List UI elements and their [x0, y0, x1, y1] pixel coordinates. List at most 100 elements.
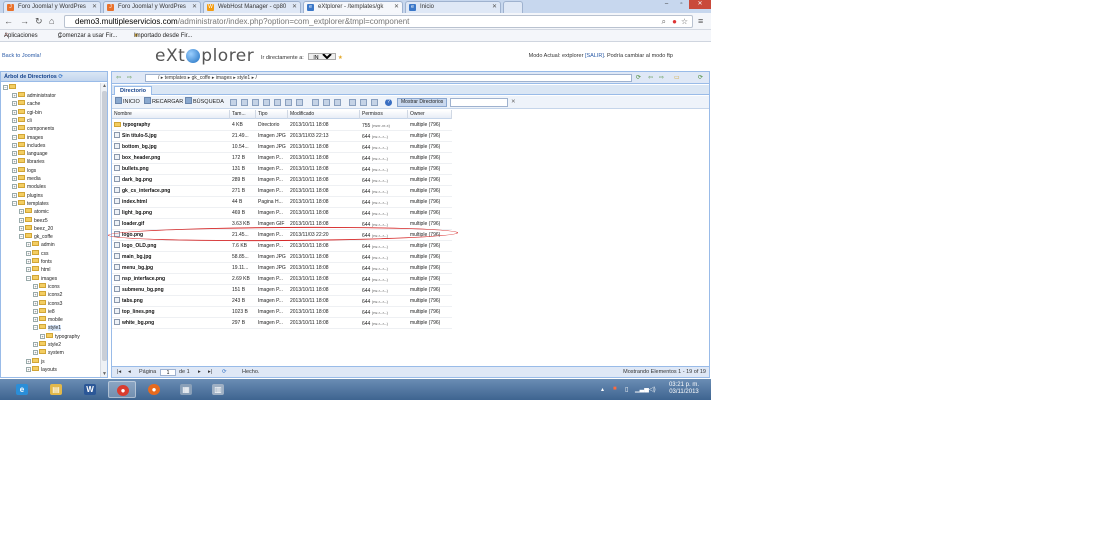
tree-item[interactable]: + typography — [40, 332, 80, 341]
search-icon[interactable]: ⌕ — [662, 16, 666, 27]
next-page-icon[interactable]: ▸ — [198, 367, 201, 378]
expand-icon[interactable]: + — [26, 259, 31, 264]
clock[interactable]: 03:21 p. m. 03/11/2013 — [669, 382, 699, 396]
show-directories-toggle[interactable]: Mostrar Directorios — [397, 98, 448, 107]
expand-icon[interactable]: + — [12, 176, 17, 181]
collapse-icon[interactable]: − — [3, 85, 8, 90]
tree-item[interactable]: + mobile — [33, 316, 63, 324]
ftp-mode-hint[interactable]: Podría cambiar al modo ftp — [607, 53, 673, 59]
expand-icon[interactable]: + — [33, 292, 38, 298]
table-row[interactable]: light_bg.png 469 B Imagen P... 2013/10/11 1… — [112, 208, 452, 219]
tree-item[interactable]: + atomic — [19, 208, 49, 216]
volume-icon[interactable]: ◁) — [649, 386, 656, 393]
reload-button[interactable]: RECARGAR — [144, 96, 183, 108]
forward-arrow-icon[interactable]: ⇨ — [659, 74, 664, 81]
tree-scrollbar[interactable]: ▲ ▼ — [100, 83, 107, 377]
edit-icon[interactable] — [230, 99, 237, 106]
expand-icon[interactable]: + — [12, 151, 17, 157]
tree-item[interactable]: + cgi-bin — [12, 108, 42, 117]
table-row[interactable]: bottom_bg.jpg 10.54... Imagen JPG 2013/10/1… — [112, 142, 452, 153]
table-row[interactable]: bullets.png 131 B Imagen P... 2013/10/11 18… — [112, 164, 452, 175]
tree-item[interactable]: − images — [26, 274, 57, 283]
back-arrow-icon[interactable]: ← — [4, 16, 13, 26]
view-icon[interactable] — [296, 99, 303, 106]
expand-icon[interactable]: + — [33, 317, 38, 323]
browser-tab-2[interactable]: J Foro Joomla! y WordPres ✕ — [103, 1, 201, 13]
expand-icon[interactable]: + — [26, 250, 31, 256]
last-page-icon[interactable]: ▸| — [208, 367, 212, 378]
column-type[interactable]: Tipo — [256, 110, 288, 119]
new-tab-button[interactable] — [503, 1, 523, 13]
expand-icon[interactable]: + — [12, 101, 17, 107]
table-row[interactable]: main_bg.jpg 58.85... Imagen JPG 2013/10/11 … — [112, 252, 452, 263]
tree-item[interactable]: − style1 — [33, 324, 62, 332]
close-icon[interactable]: ✕ — [292, 2, 297, 13]
tree-item[interactable]: + beez_20 — [19, 224, 53, 233]
expand-icon[interactable]: + — [12, 109, 17, 115]
archive-icon[interactable] — [334, 99, 341, 106]
forward-arrow-icon[interactable]: → — [20, 16, 29, 26]
download-icon[interactable] — [312, 99, 319, 106]
expand-icon[interactable]: − — [33, 325, 38, 331]
antivirus-icon[interactable]: ■ — [613, 386, 617, 392]
tree-item[interactable]: + icons3 — [33, 299, 62, 308]
tree-item[interactable]: + system — [33, 349, 64, 357]
search-button[interactable]: BÚSQUEDA — [185, 96, 224, 108]
help-icon[interactable]: ? — [385, 99, 392, 106]
window-close-icon[interactable]: ✕ — [689, 0, 711, 9]
expand-icon[interactable]: + — [19, 217, 24, 223]
page-input[interactable] — [160, 369, 176, 376]
back-to-joomla-link[interactable]: Back to Joomla! — [2, 53, 41, 59]
table-row[interactable]: dark_bg.png 289 B Imagen P... 2013/10/11 18… — [112, 175, 452, 186]
expand-icon[interactable]: + — [12, 192, 17, 198]
star-icon[interactable]: ☆ — [681, 16, 688, 27]
chmod-icon[interactable] — [285, 99, 292, 106]
browser-tab-3[interactable]: W WebHost Manager - cp80 ✕ — [203, 1, 301, 13]
column-name[interactable]: Nombre — [112, 110, 230, 119]
browser-tab-4[interactable]: e eXtplorer - /templates/gk ✕ — [303, 1, 403, 13]
tree-item[interactable]: + html — [26, 266, 50, 274]
tree-item[interactable]: + ie8 — [33, 307, 55, 316]
table-row[interactable]: index.html 44 B Pagina H... 2013/10/11 18:0… — [112, 197, 452, 208]
expand-icon[interactable]: − — [19, 234, 24, 240]
tree-item[interactable]: + css — [26, 249, 49, 258]
column-owner[interactable]: Owner — [408, 110, 452, 119]
expand-icon[interactable]: + — [33, 300, 38, 306]
first-page-icon[interactable]: |◂ — [117, 367, 121, 378]
taskbar-ie[interactable]: e — [8, 381, 36, 398]
tree-item[interactable]: + plugins — [12, 191, 43, 200]
tree-item[interactable]: + icons — [33, 282, 60, 291]
expand-icon[interactable]: + — [12, 159, 17, 165]
new-folder-icon[interactable] — [371, 99, 378, 106]
taskbar-network[interactable]: ▦ — [172, 381, 200, 398]
expand-icon[interactable]: + — [26, 358, 31, 364]
taskbar-explorer[interactable]: ▤ — [42, 381, 70, 398]
column-permissions[interactable]: Permisos — [360, 110, 408, 119]
table-row[interactable]: nsp_interface.png 2.69 KB Imagen P... 2013/… — [112, 274, 452, 285]
expand-icon[interactable]: − — [12, 134, 17, 140]
expand-icon[interactable]: + — [12, 184, 17, 190]
expand-icon[interactable]: + — [33, 308, 38, 314]
tree-item[interactable]: + cache — [12, 100, 40, 108]
home-button[interactable]: INICIO — [115, 96, 140, 108]
tree-item[interactable]: + administrator — [12, 92, 56, 100]
clear-filter-icon[interactable]: ✕ — [511, 96, 516, 108]
expand-icon[interactable]: − — [26, 275, 31, 281]
tab-directory[interactable]: Directorio — [114, 86, 152, 95]
expand-icon[interactable]: + — [26, 242, 31, 248]
path-breadcrumb[interactable]: / ▸ templates ▸ gk_coffe ▸ images ▸ styl… — [145, 74, 632, 82]
close-icon[interactable]: ✕ — [92, 2, 97, 13]
expand-icon[interactable]: + — [12, 126, 17, 132]
expand-icon[interactable]: + — [33, 350, 38, 356]
extension-icon[interactable]: ● — [672, 16, 677, 27]
table-row[interactable]: tabs.png 243 B Imagen P... 2013/10/11 18:08… — [112, 296, 452, 307]
expand-icon[interactable]: + — [19, 225, 24, 231]
tree-item[interactable]: + media — [12, 175, 41, 183]
expand-icon[interactable]: + — [26, 366, 31, 372]
tree-item[interactable]: + icons2 — [33, 291, 62, 299]
tree-item[interactable]: + components — [12, 125, 54, 133]
address-bar[interactable]: demo3.multipleservicios.com/administrato… — [64, 15, 693, 28]
maximize-icon[interactable]: ▫ — [674, 0, 689, 9]
close-icon[interactable]: ✕ — [192, 2, 197, 13]
expand-icon[interactable]: + — [19, 209, 24, 215]
